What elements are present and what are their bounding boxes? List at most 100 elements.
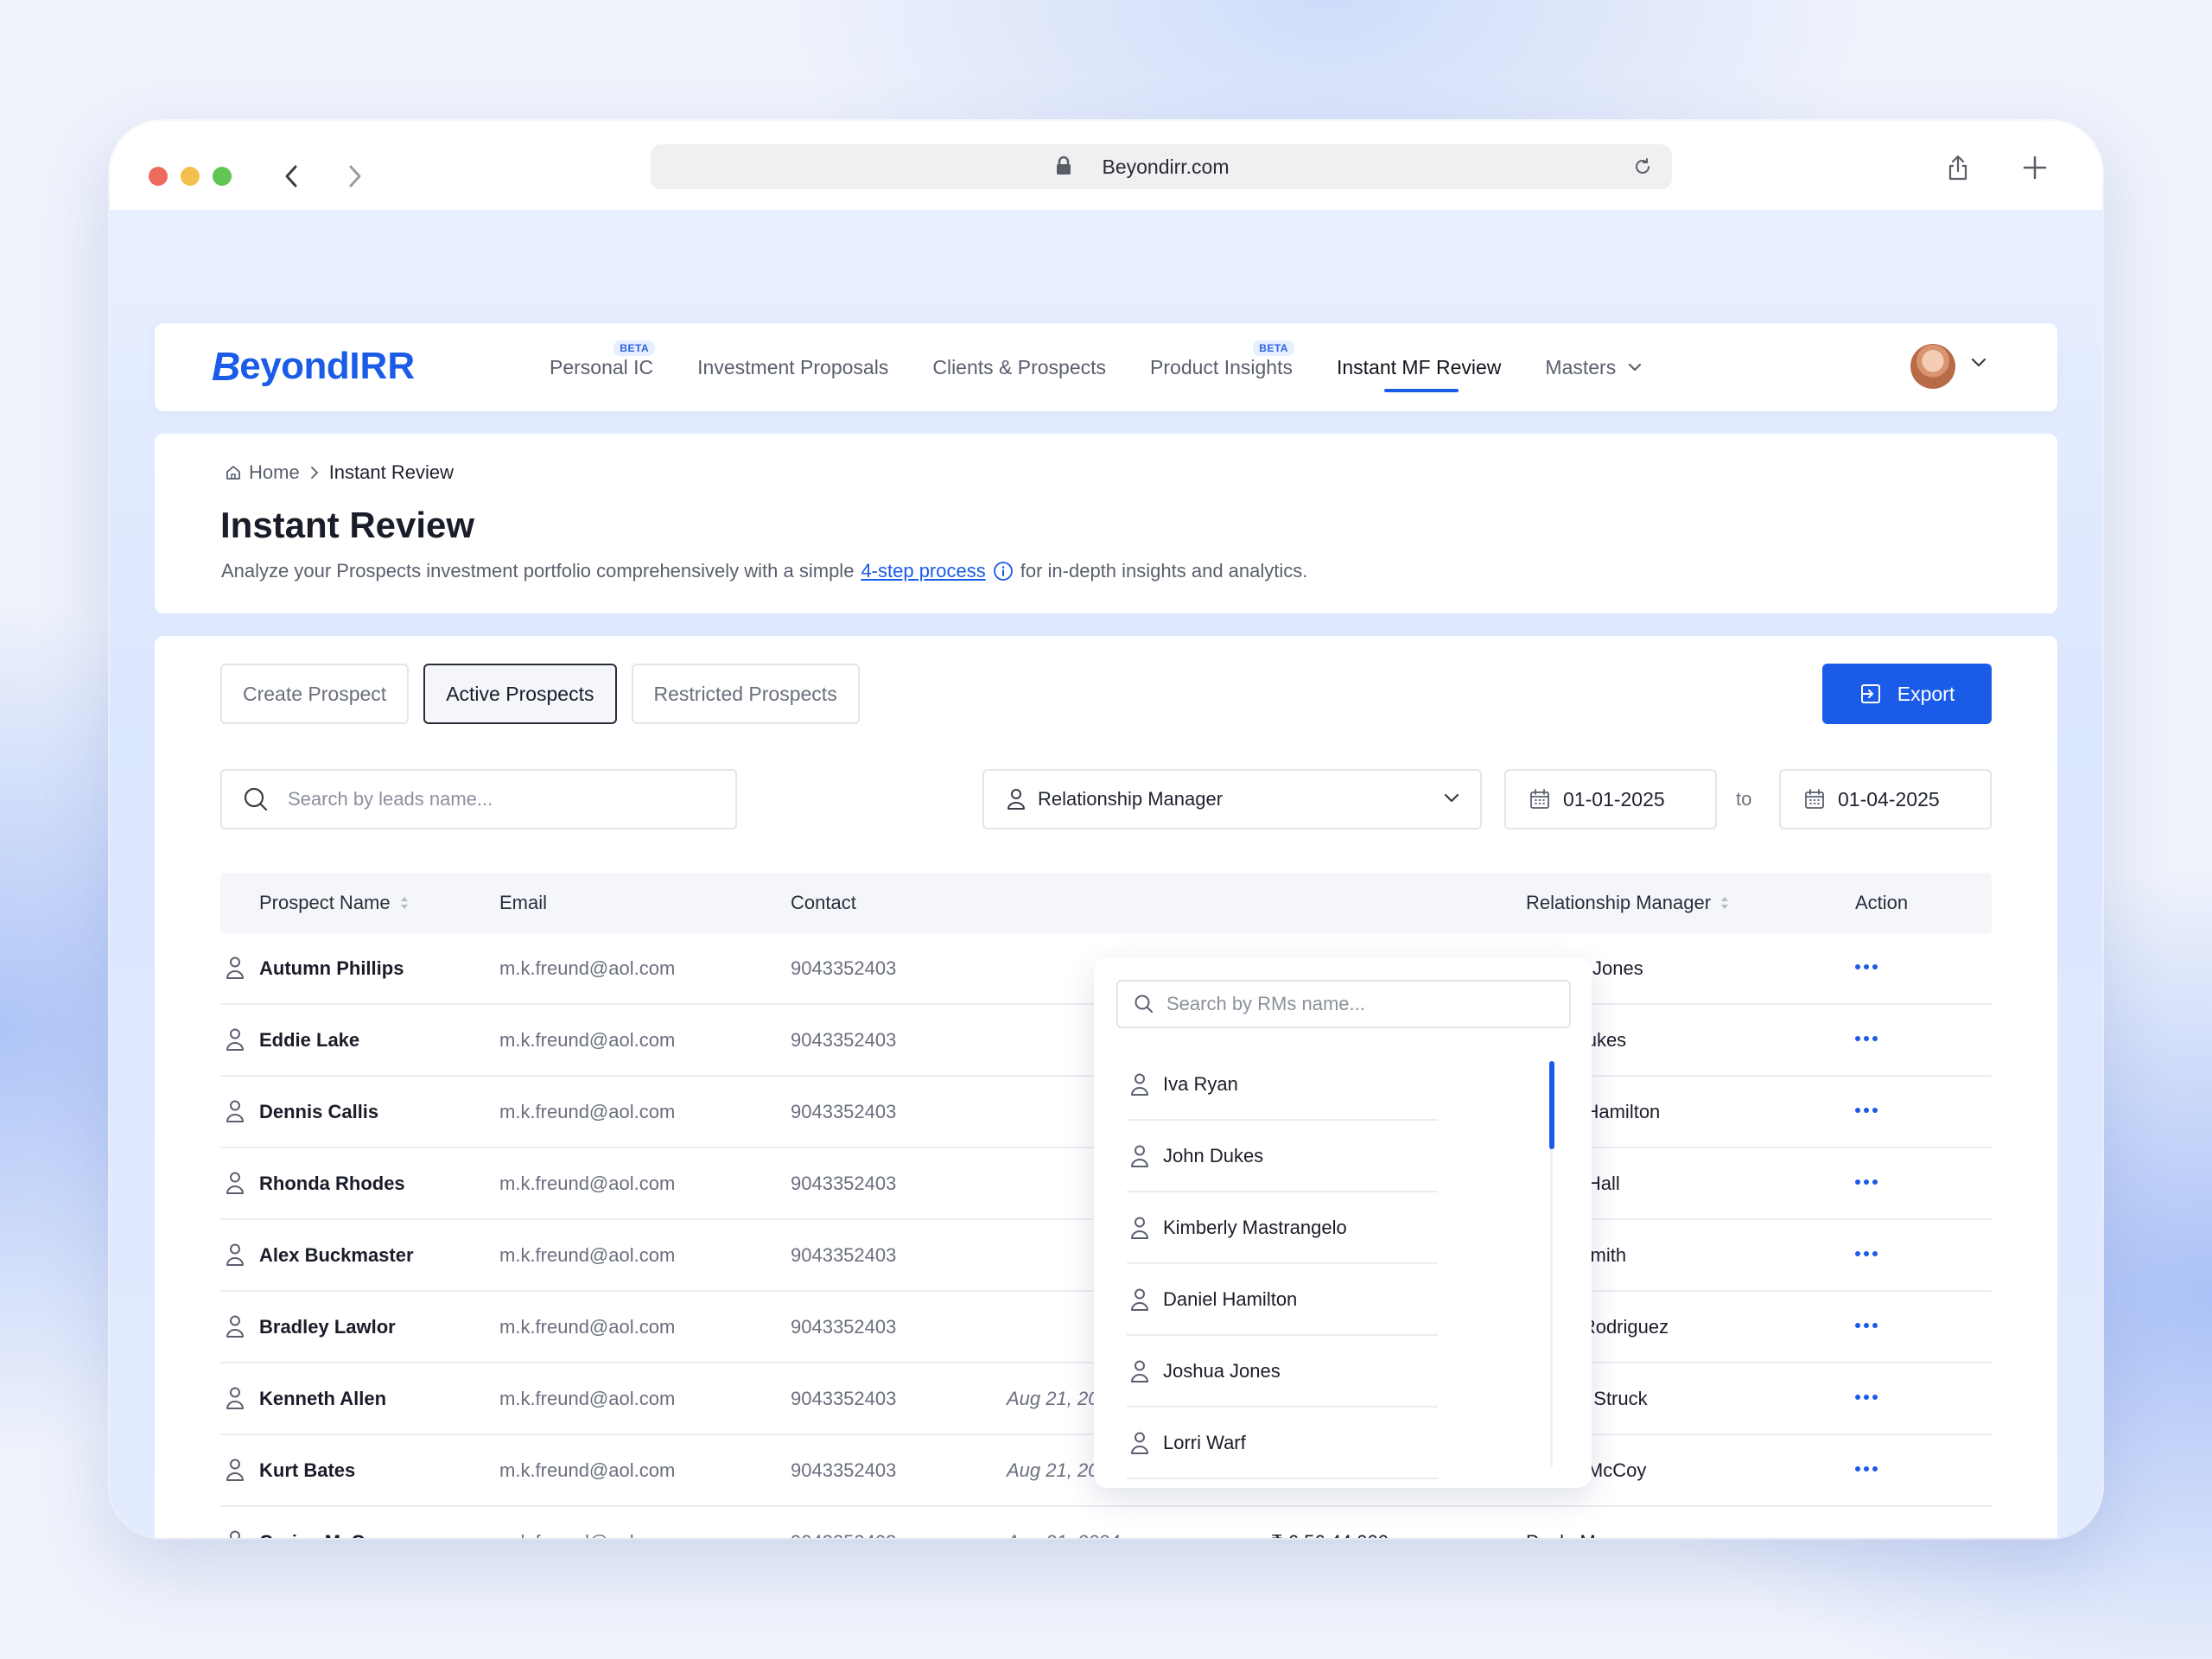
calendar-icon [1530, 789, 1549, 809]
lead-search-input[interactable]: Search by leads name... [220, 769, 737, 830]
user-icon [230, 1530, 240, 1538]
rm-option-label: Joshua Jones [1163, 1359, 1281, 1382]
url-text: Beyondirr.com [1102, 155, 1230, 178]
prospect-name[interactable]: Corina McCoy [259, 1531, 387, 1538]
prospect-amount: ₹ 6,56,44,000 [1271, 1531, 1389, 1538]
prospect-name[interactable]: Alex Buckmaster [259, 1244, 414, 1267]
column-header-label: Relationship Manager [1526, 892, 1712, 913]
table-row[interactable]: Corina McCoy m.k.freund@aol.com 9043352403… [220, 1507, 1992, 1538]
prospect-name[interactable]: Kurt Bates [259, 1459, 355, 1482]
prospect-contact: 9043352403 [791, 957, 897, 979]
column-header-prospect-name[interactable]: Prospect Name [259, 892, 410, 914]
date-from-value: 01-01-2025 [1563, 787, 1665, 810]
nav-item-masters[interactable]: Masters [1545, 323, 1642, 411]
page-description: Analyze your Prospects investment portfo… [221, 560, 1307, 582]
rm-option[interactable]: Kimberly Mastrangelo [1127, 1192, 1438, 1264]
prospect-rm: Paula Mora [1526, 1531, 1624, 1538]
row-actions-more-icon[interactable] [1855, 964, 1881, 969]
row-actions-more-icon[interactable] [1855, 1036, 1881, 1041]
close-window-button[interactable] [149, 167, 168, 186]
export-button[interactable]: Export [1822, 664, 1992, 724]
rm-search-input[interactable]: Search by RMs name... [1116, 980, 1571, 1028]
tab-create-prospect[interactable]: Create Prospect [220, 664, 410, 724]
rm-option-label: Kimberly Mastrangelo [1163, 1216, 1347, 1238]
nav-item-instant-mf-review[interactable]: Instant MF Review [1337, 323, 1501, 411]
prospect-email: m.k.freund@aol.com [499, 1531, 675, 1538]
rm-option-label: Lorri Warf [1163, 1431, 1246, 1453]
prospect-tabs: Create Prospect Active Prospects Restric… [220, 664, 874, 724]
prospect-name[interactable]: Eddie Lake [259, 1029, 359, 1052]
dropdown-scrollbar-thumb[interactable] [1549, 1061, 1554, 1149]
rm-option[interactable]: Joshua Jones [1127, 1336, 1438, 1408]
logo-text: eyond [239, 345, 350, 387]
user-icon [226, 1028, 244, 1051]
maximize-window-button[interactable] [213, 167, 232, 186]
prospect-name[interactable]: Autumn Phillips [259, 957, 404, 980]
row-actions-more-icon[interactable] [1855, 1466, 1881, 1471]
column-header-email: Email [499, 892, 547, 914]
user-icon [226, 1172, 244, 1194]
prospect-email: m.k.freund@aol.com [499, 1388, 676, 1409]
user-avatar[interactable] [1910, 344, 1955, 389]
nav-item-clients-prospects[interactable]: Clients & Prospects [932, 323, 1106, 411]
beta-badge: BETA [1253, 340, 1294, 356]
rm-option[interactable]: Lorri Warf [1127, 1408, 1438, 1479]
rm-option-label: John Dukes [1163, 1144, 1264, 1166]
row-actions-more-icon[interactable] [1855, 1108, 1881, 1113]
prospect-name[interactable]: Dennis Callis [259, 1101, 378, 1123]
prospect-contact: 9043352403 [791, 1173, 897, 1194]
nav-item-label: Masters [1545, 355, 1617, 378]
forward-arrow-icon[interactable] [337, 156, 372, 197]
column-header-relationship-manager[interactable]: Relationship Manager [1526, 892, 1730, 914]
relationship-manager-select[interactable]: Relationship Manager [982, 769, 1482, 830]
nav-item-personal-ic[interactable]: Personal IC BETA [550, 323, 656, 411]
tab-restricted-prospects[interactable]: Restricted Prospects [631, 664, 860, 724]
prospect-email: m.k.freund@aol.com [499, 1459, 676, 1481]
prospect-contact: 9043352403 [791, 1244, 897, 1266]
prospect-name[interactable]: Rhonda Rhodes [259, 1173, 405, 1195]
row-actions-more-icon[interactable] [1855, 1323, 1881, 1328]
nav-item-label: Personal IC [550, 355, 654, 378]
info-icon[interactable] [993, 561, 1014, 582]
date-from-picker[interactable]: 01-01-2025 [1504, 769, 1717, 830]
back-arrow-icon[interactable] [275, 156, 309, 197]
user-icon [226, 1387, 244, 1409]
prospect-name[interactable]: Kenneth Allen [259, 1388, 386, 1410]
logo-irr-text: IRR [349, 345, 416, 387]
address-bar[interactable]: Beyondirr.com [651, 144, 1672, 189]
column-header-action: Action [1855, 892, 1908, 914]
user-icon [1007, 789, 1025, 810]
share-icon[interactable] [1939, 149, 1977, 187]
search-icon [244, 787, 268, 811]
prospect-email: m.k.freund@aol.com [499, 1029, 676, 1051]
minimize-window-button[interactable] [181, 167, 200, 186]
four-step-process-link[interactable]: 4-step process [861, 560, 985, 582]
export-icon [1860, 684, 1880, 703]
rm-option[interactable]: Daniel Hamilton [1127, 1264, 1438, 1336]
prospect-email: m.k.freund@aol.com [499, 957, 676, 979]
nav-item-product-insights[interactable]: Product Insights BETA [1150, 323, 1294, 411]
breadcrumb: Home Instant Review [225, 461, 454, 484]
prospect-name[interactable]: Bradley Lawlor [259, 1316, 396, 1338]
row-actions-more-icon[interactable] [1855, 1251, 1881, 1256]
new-tab-icon[interactable] [2016, 149, 2054, 187]
user-icon [226, 1243, 244, 1266]
prospect-contact: 9043352403 [791, 1029, 897, 1051]
beyondirr-logo[interactable]: Beyond IRR [212, 340, 415, 392]
reload-icon[interactable] [1632, 156, 1653, 177]
nav-item-investment-proposals[interactable]: Investment Proposals [697, 323, 888, 411]
account-chevron-down-icon[interactable] [1971, 358, 1986, 368]
prospect-email: m.k.freund@aol.com [499, 1316, 676, 1338]
row-actions-more-icon[interactable] [1855, 1395, 1881, 1400]
rm-search-placeholder: Search by RMs name... [1166, 993, 1365, 1014]
rm-option[interactable]: John Dukes [1127, 1121, 1438, 1192]
rm-option-label: Daniel Hamilton [1163, 1287, 1298, 1310]
row-actions-more-icon[interactable] [1855, 1179, 1881, 1185]
tab-active-prospects[interactable]: Active Prospects [423, 664, 617, 724]
rm-option[interactable]: Iva Ryan [1127, 1049, 1438, 1121]
top-navigation: Beyond IRR Personal IC BETA Investment Pr… [155, 323, 2057, 411]
date-to-picker[interactable]: 01-04-2025 [1779, 769, 1992, 830]
user-icon [1131, 1217, 1148, 1239]
column-header-label: Email [499, 892, 548, 913]
breadcrumb-home-link[interactable]: Home [249, 461, 300, 484]
